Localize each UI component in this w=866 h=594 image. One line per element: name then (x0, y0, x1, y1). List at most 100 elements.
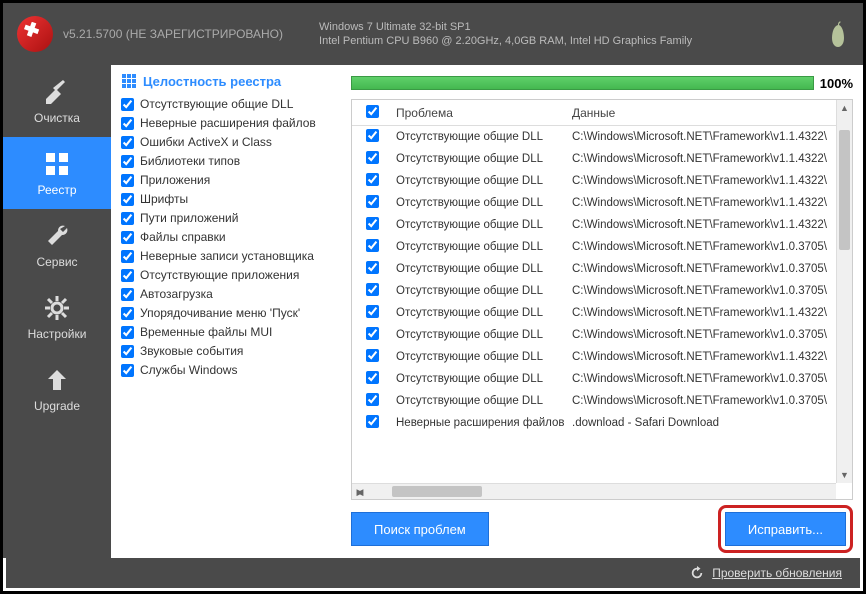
upgrade-arrow-icon (42, 366, 72, 394)
table-row[interactable]: Отсутствующие общие DLLC:\Windows\Micros… (352, 280, 836, 302)
check-option-label: Упорядочивание меню 'Пуск' (140, 304, 300, 323)
check-option[interactable]: Отсутствующие приложения (121, 266, 345, 285)
cell-data: C:\Windows\Microsoft.NET\Framework\v1.1.… (568, 351, 836, 363)
row-checkbox[interactable] (366, 305, 379, 318)
issues-table: Проблема Данные Отсутствующие общие DLLC… (351, 99, 853, 500)
row-checkbox[interactable] (366, 415, 379, 428)
check-option[interactable]: Упорядочивание меню 'Пуск' (121, 304, 345, 323)
sidebar-item-label: Настройки (28, 327, 87, 341)
table-row[interactable]: Отсутствующие общие DLLC:\Windows\Micros… (352, 170, 836, 192)
check-option-label: Файлы справки (140, 228, 226, 247)
table-row[interactable]: Отсутствующие общие DLLC:\Windows\Micros… (352, 148, 836, 170)
row-checkbox[interactable] (366, 261, 379, 274)
check-option-label: Звуковые события (140, 342, 243, 361)
vertical-scrollbar[interactable]: ▲ ▼ (836, 100, 852, 483)
check-option[interactable]: Службы Windows (121, 361, 345, 380)
check-option-checkbox[interactable] (121, 212, 134, 225)
table-row[interactable]: Отсутствующие общие DLLC:\Windows\Micros… (352, 236, 836, 258)
table-header: Проблема Данные (352, 100, 852, 126)
check-option-checkbox[interactable] (121, 155, 134, 168)
row-checkbox[interactable] (366, 151, 379, 164)
check-option-checkbox[interactable] (121, 269, 134, 282)
select-all-checkbox[interactable] (366, 105, 379, 118)
check-option[interactable]: Неверные записи установщика (121, 247, 345, 266)
check-option[interactable]: Неверные расширения файлов (121, 114, 345, 133)
horizontal-scrollbar[interactable]: ◀ ▶ (352, 483, 836, 499)
row-checkbox[interactable] (366, 327, 379, 340)
fix-button[interactable]: Исправить... (725, 512, 846, 546)
row-checkbox[interactable] (366, 283, 379, 296)
row-checkbox[interactable] (366, 217, 379, 230)
table-row[interactable]: Отсутствующие общие DLLC:\Windows\Micros… (352, 390, 836, 412)
row-checkbox[interactable] (366, 349, 379, 362)
row-checkbox[interactable] (366, 195, 379, 208)
scroll-down-arrow-icon[interactable]: ▼ (837, 467, 852, 483)
cell-data: .download - Safari Download (568, 417, 836, 429)
cell-data: C:\Windows\Microsoft.NET\Framework\v1.1.… (568, 197, 836, 209)
sidebar-item-upgrade[interactable]: Upgrade (3, 353, 111, 425)
table-row[interactable]: Отсутствующие общие DLLC:\Windows\Micros… (352, 302, 836, 324)
check-option-checkbox[interactable] (121, 98, 134, 111)
table-row[interactable]: Неверные расширения файлов.download - Sa… (352, 412, 836, 434)
cell-problem: Отсутствующие общие DLL (392, 307, 568, 319)
hw-line: Intel Pentium CPU B960 @ 2.20GHz, 4,0GB … (319, 34, 692, 48)
cell-problem: Отсутствующие общие DLL (392, 373, 568, 385)
version-label: v5.21.5700 (НЕ ЗАРЕГИСТРИРОВАНО) (63, 27, 283, 41)
check-updates-link[interactable]: Проверить обновления (712, 566, 842, 580)
check-option-checkbox[interactable] (121, 307, 134, 320)
row-checkbox[interactable] (366, 239, 379, 252)
check-option-checkbox[interactable] (121, 364, 134, 377)
check-option[interactable]: Приложения (121, 171, 345, 190)
check-option-checkbox[interactable] (121, 345, 134, 358)
scan-button[interactable]: Поиск проблем (351, 512, 489, 546)
check-option[interactable]: Пути приложений (121, 209, 345, 228)
table-row[interactable]: Отсутствующие общие DLLC:\Windows\Micros… (352, 192, 836, 214)
scroll-up-arrow-icon[interactable]: ▲ (837, 100, 852, 116)
row-checkbox[interactable] (366, 129, 379, 142)
cell-problem: Отсутствующие общие DLL (392, 197, 568, 209)
scroll-thumb[interactable] (392, 486, 482, 497)
check-option-checkbox[interactable] (121, 193, 134, 206)
row-checkbox[interactable] (366, 393, 379, 406)
table-row[interactable]: Отсутствующие общие DLLC:\Windows\Micros… (352, 368, 836, 390)
column-data[interactable]: Данные (568, 106, 836, 120)
check-option[interactable]: Автозагрузка (121, 285, 345, 304)
check-option[interactable]: Шрифты (121, 190, 345, 209)
cell-data: C:\Windows\Microsoft.NET\Framework\v1.1.… (568, 175, 836, 187)
column-problem[interactable]: Проблема (392, 106, 568, 120)
check-option[interactable]: Ошибки ActiveX и Class (121, 133, 345, 152)
row-checkbox[interactable] (366, 173, 379, 186)
cell-data: C:\Windows\Microsoft.NET\Framework\v1.0.… (568, 241, 836, 253)
table-row[interactable]: Отсутствующие общие DLLC:\Windows\Micros… (352, 346, 836, 368)
scroll-right-arrow-icon[interactable]: ▶ (352, 484, 368, 500)
cell-data: C:\Windows\Microsoft.NET\Framework\v1.1.… (568, 219, 836, 231)
check-option[interactable]: Отсутствующие общие DLL (121, 95, 345, 114)
registry-checks-panel: Целостность реестра Отсутствующие общие … (121, 73, 345, 548)
check-option-label: Приложения (140, 171, 210, 190)
check-option[interactable]: Библиотеки типов (121, 152, 345, 171)
sidebar-item-tools[interactable]: Сервис (3, 209, 111, 281)
scroll-thumb[interactable] (839, 130, 850, 250)
sidebar-item-cleaner[interactable]: Очистка (3, 65, 111, 137)
cell-problem: Неверные расширения файлов (392, 417, 568, 429)
check-option-checkbox[interactable] (121, 136, 134, 149)
table-row[interactable]: Отсутствующие общие DLLC:\Windows\Micros… (352, 214, 836, 236)
check-option-checkbox[interactable] (121, 117, 134, 130)
table-row[interactable]: Отсутствующие общие DLLC:\Windows\Micros… (352, 126, 836, 148)
check-option-checkbox[interactable] (121, 326, 134, 339)
check-option[interactable]: Временные файлы MUI (121, 323, 345, 342)
sidebar-item-options[interactable]: Настройки (3, 281, 111, 353)
row-checkbox[interactable] (366, 371, 379, 384)
cell-data: C:\Windows\Microsoft.NET\Framework\v1.0.… (568, 263, 836, 275)
check-option-checkbox[interactable] (121, 174, 134, 187)
sidebar-item-registry[interactable]: Реестр (3, 137, 111, 209)
check-option[interactable]: Звуковые события (121, 342, 345, 361)
sidebar-item-label: Реестр (38, 183, 77, 197)
check-option[interactable]: Файлы справки (121, 228, 345, 247)
table-row[interactable]: Отсутствующие общие DLLC:\Windows\Micros… (352, 258, 836, 280)
check-option-checkbox[interactable] (121, 250, 134, 263)
check-option-checkbox[interactable] (121, 288, 134, 301)
table-row[interactable]: Отсутствующие общие DLLC:\Windows\Micros… (352, 324, 836, 346)
checks-title: Целостность реестра (121, 73, 345, 89)
check-option-checkbox[interactable] (121, 231, 134, 244)
